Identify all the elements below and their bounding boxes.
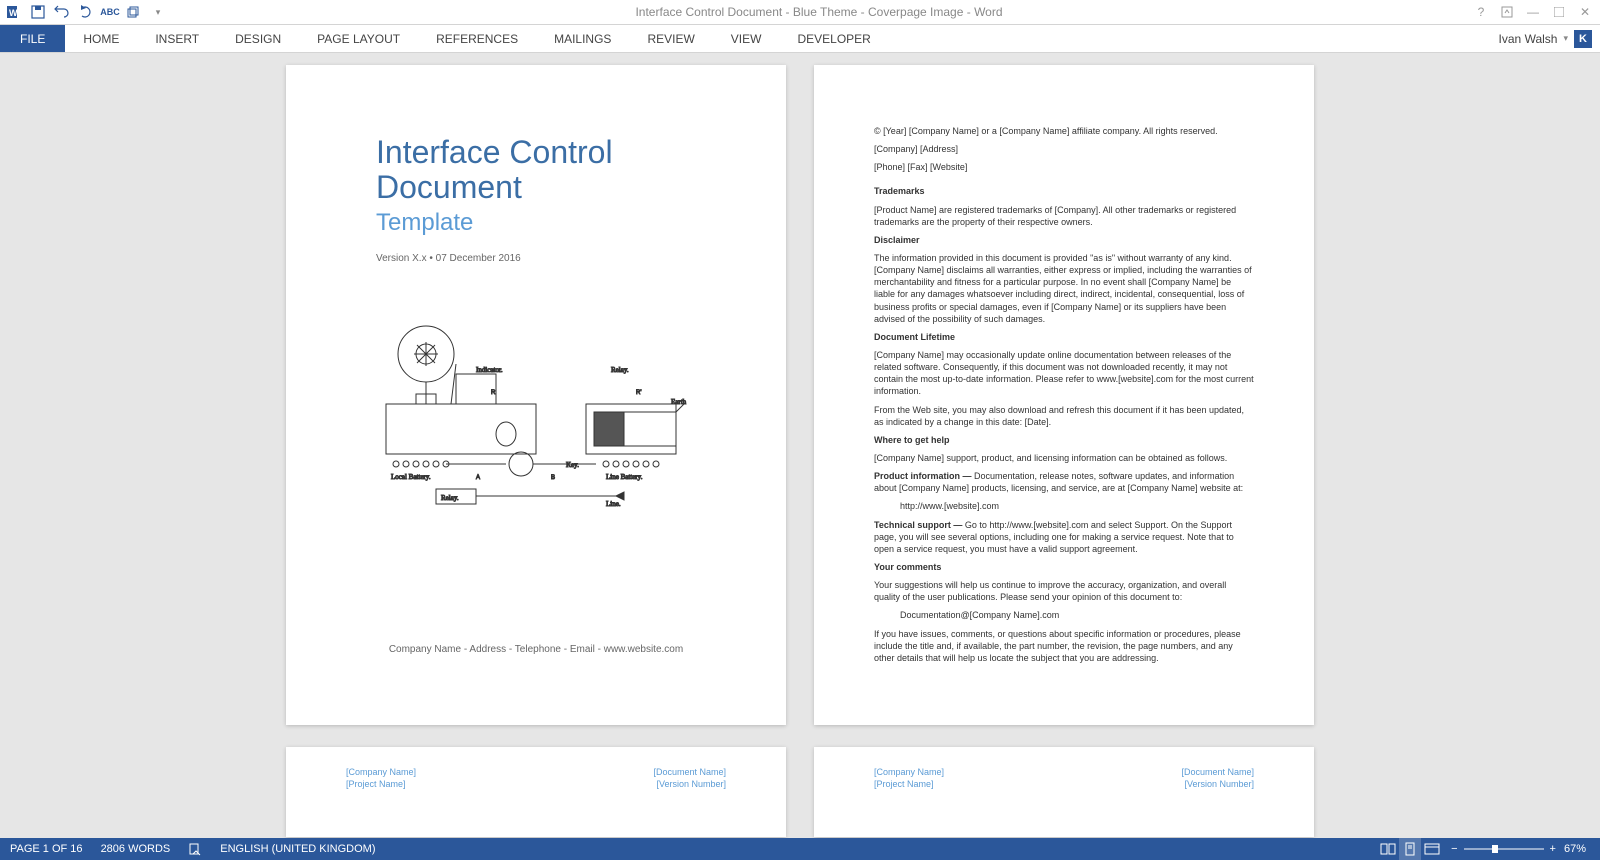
- title-bar: W ABC ▾ Interface Control Document - Blu…: [0, 0, 1600, 25]
- footer-company: [Company Name]: [346, 767, 416, 777]
- tab-references[interactable]: REFERENCES: [418, 25, 536, 52]
- tab-developer[interactable]: DEVELOPER: [779, 25, 888, 52]
- customize-icon[interactable]: [126, 4, 142, 20]
- footer-document: [Document Name]: [653, 767, 726, 777]
- svg-text:Indicator.: Indicator.: [476, 366, 503, 374]
- svg-text:Line Battery.: Line Battery.: [606, 473, 643, 481]
- help-text: [Company Name] support, product, and lic…: [874, 452, 1254, 464]
- status-language[interactable]: ENGLISH (UNITED KINGDOM): [220, 843, 375, 855]
- status-words[interactable]: 2806 WORDS: [101, 843, 171, 855]
- footer-version: [Version Number]: [653, 779, 726, 789]
- comments-text2: If you have issues, comments, or questio…: [874, 628, 1254, 664]
- lifetime-heading: Document Lifetime: [874, 331, 1254, 343]
- lifetime-text2: From the Web site, you may also download…: [874, 404, 1254, 428]
- comments-heading: Your comments: [874, 561, 1254, 573]
- tab-home[interactable]: HOME: [65, 25, 137, 52]
- status-bar: PAGE 1 OF 16 2806 WORDS ENGLISH (UNITED …: [0, 838, 1600, 860]
- window-title: Interface Control Document - Blue Theme …: [166, 5, 1472, 19]
- legal-contact: [Phone] [Fax] [Website]: [874, 161, 1254, 173]
- product-info-url: http://www.[website].com: [874, 500, 1254, 512]
- svg-text:Key.: Key.: [566, 461, 579, 469]
- comments-text1: Your suggestions will help us continue t…: [874, 579, 1254, 603]
- ribbon-tabs: FILE HOME INSERT DESIGN PAGE LAYOUT REFE…: [0, 25, 1600, 53]
- zoom-out-icon[interactable]: −: [1451, 843, 1457, 855]
- cover-version: Version X.x • 07 December 2016: [376, 253, 696, 264]
- tab-review[interactable]: REVIEW: [629, 25, 712, 52]
- window-controls: ? — ✕: [1472, 3, 1594, 21]
- document-area[interactable]: Interface Control Document Template Vers…: [0, 53, 1600, 838]
- user-account[interactable]: Ivan Walsh ▾ K: [1491, 25, 1600, 52]
- tab-view[interactable]: VIEW: [713, 25, 780, 52]
- redo-icon[interactable]: [78, 4, 94, 20]
- tab-insert[interactable]: INSERT: [137, 25, 217, 52]
- print-layout-icon[interactable]: [1399, 838, 1421, 860]
- tech-support: Technical support — Go to http://www.[we…: [874, 519, 1254, 555]
- page-2-legal[interactable]: © [Year] [Company Name] or a [Company Na…: [814, 65, 1314, 725]
- qat-dropdown-icon[interactable]: ▾: [150, 4, 166, 20]
- zoom-in-icon[interactable]: +: [1550, 843, 1556, 855]
- tab-mailings[interactable]: MAILINGS: [536, 25, 629, 52]
- footer-version: [Version Number]: [1181, 779, 1254, 789]
- zoom-level[interactable]: 67%: [1564, 843, 1586, 855]
- cover-illustration: Indicator. Relay. Earth Local Battery. K…: [376, 304, 696, 514]
- status-page[interactable]: PAGE 1 OF 16: [10, 843, 83, 855]
- save-icon[interactable]: [30, 4, 46, 20]
- svg-text:B: B: [551, 475, 555, 481]
- footer-project: [Project Name]: [346, 779, 416, 789]
- page-3-top[interactable]: [Company Name] [Project Name] [Document …: [286, 747, 786, 837]
- svg-text:R: R: [491, 390, 496, 396]
- svg-text:Relay.: Relay.: [441, 494, 459, 502]
- tab-page-layout[interactable]: PAGE LAYOUT: [299, 25, 418, 52]
- close-icon[interactable]: ✕: [1576, 3, 1594, 21]
- disclaimer-heading: Disclaimer: [874, 234, 1254, 246]
- svg-text:R': R': [636, 390, 641, 396]
- trademarks-heading: Trademarks: [874, 185, 1254, 197]
- cover-subtitle: Template: [376, 209, 696, 237]
- footer-company: [Company Name]: [874, 767, 944, 777]
- minimize-icon[interactable]: —: [1524, 3, 1542, 21]
- user-name: Ivan Walsh: [1499, 32, 1558, 46]
- ribbon-display-icon[interactable]: [1498, 3, 1516, 21]
- undo-icon[interactable]: [54, 4, 70, 20]
- comments-email: Documentation@[Company Name].com: [874, 609, 1254, 621]
- cover-title-line2: Document: [376, 170, 696, 205]
- help-heading: Where to get help: [874, 434, 1254, 446]
- svg-text:Line.: Line.: [606, 500, 621, 508]
- web-layout-icon[interactable]: [1421, 838, 1443, 860]
- tab-design[interactable]: DESIGN: [217, 25, 299, 52]
- product-info: Product information — Documentation, rel…: [874, 470, 1254, 494]
- page-4-top[interactable]: [Company Name] [Project Name] [Document …: [814, 747, 1314, 837]
- trademarks-text: [Product Name] are registered trademarks…: [874, 204, 1254, 228]
- page-1-cover[interactable]: Interface Control Document Template Vers…: [286, 65, 786, 725]
- disclaimer-text: The information provided in this documen…: [874, 252, 1254, 325]
- cover-footer: Company Name - Address - Telephone - Ema…: [286, 644, 786, 655]
- svg-text:Earth: Earth: [671, 398, 687, 406]
- legal-address: [Company] [Address]: [874, 143, 1254, 155]
- file-tab[interactable]: FILE: [0, 25, 65, 52]
- spellcheck-icon[interactable]: ABC: [102, 4, 118, 20]
- svg-text:Relay.: Relay.: [611, 366, 629, 374]
- read-mode-icon[interactable]: [1377, 838, 1399, 860]
- footer-project: [Project Name]: [874, 779, 944, 789]
- zoom-slider[interactable]: − +: [1451, 843, 1556, 855]
- help-icon[interactable]: ?: [1472, 3, 1490, 21]
- svg-text:W: W: [9, 8, 18, 18]
- cover-title-line1: Interface Control: [376, 135, 696, 170]
- footer-document: [Document Name]: [1181, 767, 1254, 777]
- legal-copyright: © [Year] [Company Name] or a [Company Na…: [874, 125, 1254, 137]
- lifetime-text1: [Company Name] may occasionally update o…: [874, 349, 1254, 398]
- maximize-icon[interactable]: [1550, 3, 1568, 21]
- proofing-icon[interactable]: [188, 842, 202, 856]
- svg-text:Local Battery.: Local Battery.: [391, 473, 431, 481]
- zoom-track[interactable]: [1464, 848, 1544, 850]
- word-icon: W: [6, 4, 22, 20]
- quick-access-toolbar: W ABC ▾: [6, 4, 166, 20]
- svg-text:A: A: [476, 475, 480, 481]
- user-badge: K: [1574, 30, 1592, 48]
